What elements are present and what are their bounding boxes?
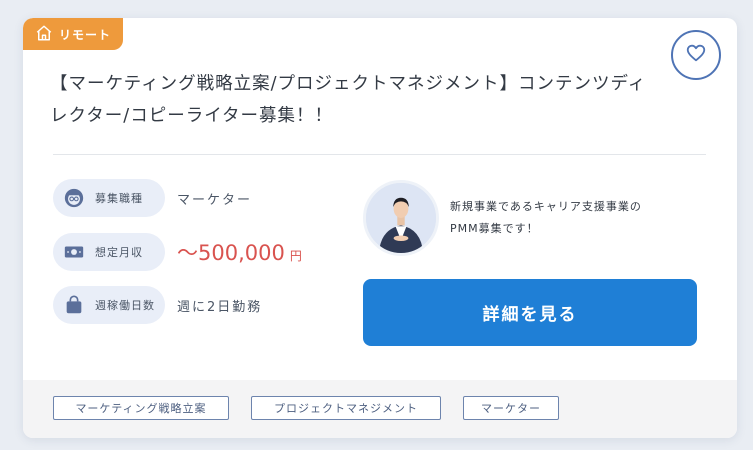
salary-label: 想定月収 xyxy=(95,246,143,259)
salary-value: 〜500,000 xyxy=(177,241,285,265)
salary-value-group: 〜500,000 円 xyxy=(177,237,302,267)
tag-footer: マーケティング戦略立案 プロジェクトマネジメント マーケター xyxy=(23,380,737,438)
home-icon xyxy=(35,24,53,45)
recruiter-message-line2: PMM募集です！ xyxy=(450,222,539,235)
info-workdays: 週稼働日数 週に2日勤務 xyxy=(53,285,262,325)
job-title[interactable]: 【マーケティング戦略立案/プロジェクトマネジメント】コンテンツディレクター/コピ… xyxy=(50,68,660,132)
tag-marketing-strategy[interactable]: マーケティング戦略立案 xyxy=(53,396,229,420)
salary-unit: 円 xyxy=(289,249,302,263)
person-glasses-icon xyxy=(63,187,85,209)
recruiter-avatar xyxy=(363,180,439,256)
view-details-button[interactable]: 詳細を見る xyxy=(363,279,697,346)
tag-project-management[interactable]: プロジェクトマネジメント xyxy=(251,396,441,420)
info-job-type: 募集職種 マーケター xyxy=(53,178,252,218)
job-type-value: マーケター xyxy=(177,192,253,208)
recruiter-message: 新規事業であるキャリア支援事業の PMM募集です！ xyxy=(450,196,710,240)
info-salary: 想定月収 〜500,000 円 xyxy=(53,232,302,272)
heart-icon xyxy=(685,42,707,68)
favorite-button[interactable] xyxy=(671,30,721,80)
job-type-label: 募集職種 xyxy=(95,192,143,205)
salary-pill: 想定月収 xyxy=(53,233,165,271)
bag-icon xyxy=(63,294,85,316)
divider xyxy=(53,154,706,155)
tag-marketer[interactable]: マーケター xyxy=(463,396,559,420)
workdays-label: 週稼働日数 xyxy=(95,299,155,312)
money-icon xyxy=(63,241,85,263)
remote-badge-label: リモート xyxy=(59,27,112,42)
remote-badge: リモート xyxy=(23,18,123,50)
workdays-value: 週に2日勤務 xyxy=(177,299,263,315)
recruiter-message-line1: 新規事業であるキャリア支援事業の xyxy=(450,200,642,213)
workdays-pill: 週稼働日数 xyxy=(53,286,165,324)
job-card: リモート 【マーケティング戦略立案/プロジェクトマネジメント】コンテンツディレク… xyxy=(23,18,737,438)
job-type-pill: 募集職種 xyxy=(53,179,165,217)
